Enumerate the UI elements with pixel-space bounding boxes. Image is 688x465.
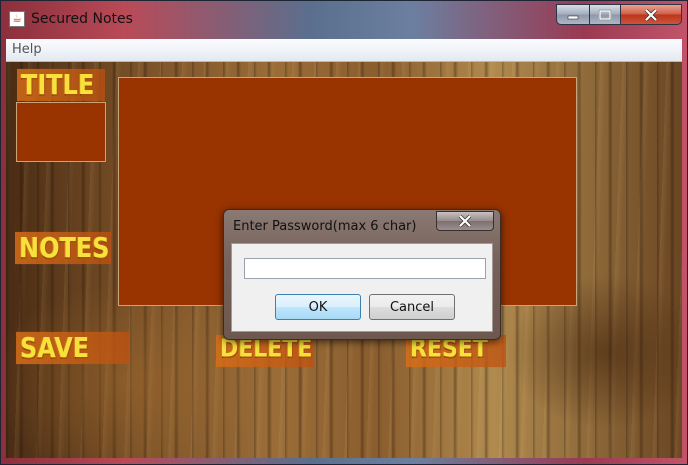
close-button[interactable] <box>620 4 682 25</box>
maximize-button[interactable] <box>589 4 621 25</box>
minimize-icon <box>567 15 579 19</box>
dialog-close-button[interactable] <box>436 211 494 231</box>
close-icon <box>458 215 472 227</box>
title-field[interactable] <box>16 102 106 162</box>
java-app-icon: ☕ <box>9 11 25 27</box>
ok-button[interactable]: OK <box>275 294 361 320</box>
title-bar[interactable]: ☕ Secured Notes <box>1 1 688 37</box>
title-label: TITLE <box>17 68 105 102</box>
menu-bar: Help <box>6 39 682 62</box>
window-title: Secured Notes <box>31 11 133 27</box>
menu-help[interactable]: Help <box>10 42 44 57</box>
dialog-title: Enter Password(max 6 char) <box>233 219 417 234</box>
maximize-icon <box>598 8 612 21</box>
notes-label: NOTES <box>15 231 111 265</box>
password-input[interactable] <box>244 258 486 279</box>
app-window: ☕ Secured Notes Help TITLE NOTES SAVE DE… <box>0 0 688 465</box>
password-dialog: Enter Password(max 6 char) OK Cancel <box>223 209 501 340</box>
close-icon <box>644 8 658 21</box>
save-button[interactable]: SAVE <box>16 331 130 365</box>
cancel-button[interactable]: Cancel <box>369 294 455 320</box>
dialog-body: OK Cancel <box>231 243 493 332</box>
minimize-button[interactable] <box>556 4 590 25</box>
